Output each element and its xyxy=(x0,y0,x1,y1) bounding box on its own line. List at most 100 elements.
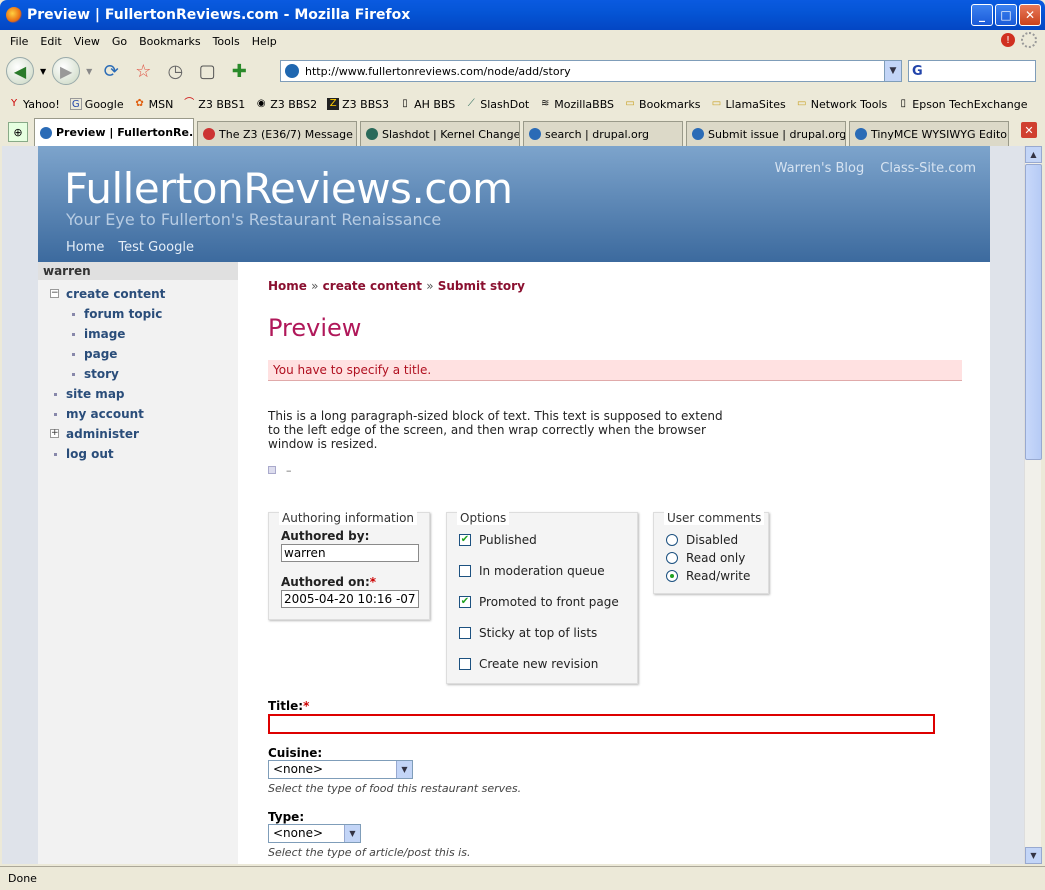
tab-z3-message[interactable]: The Z3 (E36/7) Message ... xyxy=(197,121,357,146)
sidebar-item-administer[interactable]: + administer xyxy=(38,424,238,444)
cuisine-select[interactable]: <none> ▼ xyxy=(268,760,413,779)
address-dropdown-icon[interactable]: ▼ xyxy=(884,61,901,81)
tab-tinymce[interactable]: TinyMCE WYSIWYG Editor... xyxy=(849,121,1009,146)
menu-tools[interactable]: Tools xyxy=(207,33,246,50)
expand-icon[interactable]: + xyxy=(50,429,59,438)
bullet-icon xyxy=(54,413,57,416)
address-bar[interactable]: http://www.fullertonreviews.com/node/add… xyxy=(280,60,902,82)
option-promoted[interactable]: ✔ Promoted to front page xyxy=(459,595,619,609)
page-icon: ▯ xyxy=(900,98,907,109)
radio-read-only[interactable] xyxy=(666,552,678,564)
bookmark-folder-network-tools[interactable]: ▭ Network Tools xyxy=(796,98,887,111)
home-star-icon[interactable]: ☆ xyxy=(130,58,156,84)
bookmark-slashdot[interactable]: ⟋ SlashDot xyxy=(465,98,530,111)
back-dropdown-icon[interactable]: ▼ xyxy=(40,67,46,76)
status-bar: Done xyxy=(0,866,1045,890)
sidebar-item-story[interactable]: story xyxy=(38,364,238,384)
forward-dropdown-icon[interactable]: ▼ xyxy=(86,67,92,76)
menu-file[interactable]: File xyxy=(4,33,34,50)
checkbox-promoted[interactable]: ✔ xyxy=(459,596,471,608)
extension-icon[interactable]: ✚ xyxy=(226,58,252,84)
bookmark-folder-bookmarks[interactable]: ▭ Bookmarks xyxy=(624,98,700,111)
sidebar-item-my-account[interactable]: my account xyxy=(38,404,238,424)
option-published[interactable]: ✔ Published xyxy=(459,533,537,547)
comment-read-write[interactable]: Read/write xyxy=(666,569,750,583)
title-label: Title:* xyxy=(268,699,310,713)
scroll-thumb[interactable] xyxy=(1025,164,1042,460)
comment-disabled[interactable]: Disabled xyxy=(666,533,738,547)
checkbox-sticky[interactable] xyxy=(459,627,471,639)
page-icon[interactable]: ▢ xyxy=(194,58,220,84)
tab-preview[interactable]: Preview | FullertonRe... xyxy=(34,118,194,146)
close-window-button[interactable]: ✕ xyxy=(1019,4,1041,26)
sidebar-item-page[interactable]: page xyxy=(38,344,238,364)
chevron-down-icon[interactable]: ▼ xyxy=(396,761,412,778)
tab-drupal-search[interactable]: search | drupal.org xyxy=(523,121,683,146)
menu-go[interactable]: Go xyxy=(106,33,133,50)
drupal-icon xyxy=(529,128,541,140)
collapse-icon[interactable]: − xyxy=(50,289,59,298)
link-class-site[interactable]: Class-Site.com xyxy=(880,161,976,176)
close-tab-icon[interactable]: ✕ xyxy=(1021,122,1037,138)
option-sticky[interactable]: Sticky at top of lists xyxy=(459,626,597,640)
type-select[interactable]: <none> ▼ xyxy=(268,824,361,843)
radio-disabled[interactable] xyxy=(666,534,678,546)
tab-submit-issue[interactable]: Submit issue | drupal.org xyxy=(686,121,846,146)
bookmark-google[interactable]: G Google xyxy=(69,98,124,111)
window-titlebar: Preview | FullertonReviews.com - Mozilla… xyxy=(0,0,1045,30)
maximize-button[interactable]: □ xyxy=(995,4,1017,26)
sidebar-item-site-map[interactable]: site map xyxy=(38,384,238,404)
menu-view[interactable]: View xyxy=(68,33,106,50)
link-warrens-blog[interactable]: Warren's Blog xyxy=(775,161,865,176)
checkbox-published[interactable]: ✔ xyxy=(459,534,471,546)
search-box[interactable]: G xyxy=(908,60,1036,82)
scroll-up-icon[interactable]: ▲ xyxy=(1025,146,1042,163)
checkbox-revision[interactable] xyxy=(459,658,471,670)
scroll-down-icon[interactable]: ▼ xyxy=(1025,847,1042,864)
reload-icon[interactable]: ⟳ xyxy=(98,58,124,84)
forward-button[interactable]: ▶ xyxy=(52,57,81,85)
cuisine-label: Cuisine: xyxy=(268,746,323,760)
bookmark-ah-bbs[interactable]: ▯ AH BBS xyxy=(399,98,455,111)
menu-help[interactable]: Help xyxy=(246,33,283,50)
breadcrumb-home[interactable]: Home xyxy=(268,279,307,293)
vertical-scrollbar[interactable]: ▲ ▼ xyxy=(1024,146,1042,864)
back-button[interactable]: ◀ xyxy=(6,57,34,85)
bookmark-folder-llamasites[interactable]: ▭ LlamaSites xyxy=(711,98,786,111)
option-moderation[interactable]: In moderation queue xyxy=(459,564,605,578)
bookmark-mozillabbs[interactable]: ≋ MozillaBBS xyxy=(539,98,614,111)
bookmark-epson[interactable]: ▯ Epson TechExchange xyxy=(897,98,1028,111)
sidebar-item-image[interactable]: image xyxy=(38,324,238,344)
bookmark-z3-bbs3[interactable]: Z Z3 BBS3 xyxy=(327,98,389,111)
chevron-down-icon[interactable]: ▼ xyxy=(344,825,360,842)
menu-bookmarks[interactable]: Bookmarks xyxy=(133,33,206,50)
sidebar-item-log-out[interactable]: log out xyxy=(38,444,238,464)
menu-edit[interactable]: Edit xyxy=(34,33,67,50)
site-logo[interactable]: FullertonReviews.com xyxy=(64,164,513,213)
sidebar-item-create-content[interactable]: − create content xyxy=(38,284,238,304)
breadcrumb-create-content[interactable]: create content xyxy=(323,279,422,293)
minimize-button[interactable]: _ xyxy=(971,4,993,26)
breadcrumb-submit-story[interactable]: Submit story xyxy=(438,279,525,293)
bookmark-z3-bbs1[interactable]: ⌒ Z3 BBS1 xyxy=(183,98,245,111)
update-icon[interactable]: ! xyxy=(1001,33,1015,47)
link-test-google[interactable]: Test Google xyxy=(118,240,194,255)
link-home[interactable]: Home xyxy=(66,240,104,255)
google-search-icon[interactable]: G xyxy=(912,64,923,79)
status-text: Done xyxy=(8,872,37,885)
authored-on-input[interactable]: 2005-04-20 10:16 -07 xyxy=(281,590,419,608)
option-revision[interactable]: Create new revision xyxy=(459,657,598,671)
bookmark-msn[interactable]: ✿ MSN xyxy=(134,98,173,111)
preview-dash: – xyxy=(286,464,292,477)
checkbox-moderation[interactable] xyxy=(459,565,471,577)
bookmark-z3-bbs2[interactable]: ◉ Z3 BBS2 xyxy=(255,98,317,111)
bookmark-yahoo[interactable]: Y Yahoo! xyxy=(8,98,60,111)
authored-by-input[interactable]: warren xyxy=(281,544,419,562)
sidebar-item-forum-topic[interactable]: forum topic xyxy=(38,304,238,324)
address-url[interactable]: http://www.fullertonreviews.com/node/add… xyxy=(305,65,571,78)
title-input[interactable] xyxy=(268,714,935,734)
comment-read-only[interactable]: Read only xyxy=(666,551,745,565)
tab-slashdot[interactable]: Slashdot | Kernel Change... xyxy=(360,121,520,146)
history-icon[interactable]: ◷ xyxy=(162,58,188,84)
radio-read-write[interactable] xyxy=(666,570,678,582)
